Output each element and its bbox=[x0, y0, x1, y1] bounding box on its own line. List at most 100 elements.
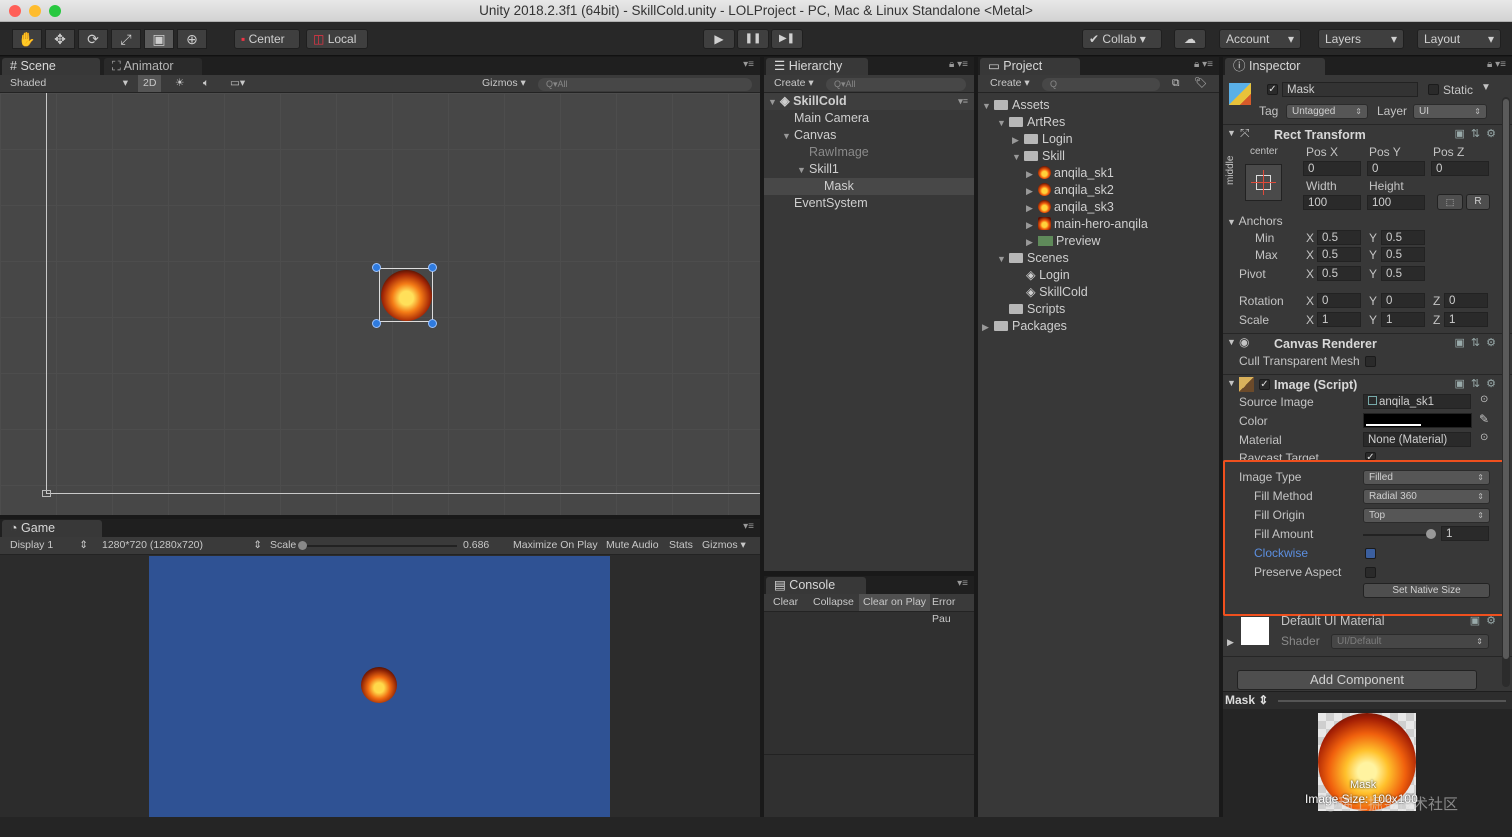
collab-button[interactable]: ✔ Collab ▾ bbox=[1082, 29, 1162, 49]
scene-asset-item[interactable]: ◈ SkillCold bbox=[978, 284, 1219, 301]
2d-toggle[interactable]: 2D bbox=[138, 75, 162, 92]
rect-handle-bl[interactable] bbox=[372, 319, 381, 328]
object-name-input[interactable]: Mask bbox=[1282, 82, 1418, 97]
close-window-button[interactable] bbox=[9, 5, 21, 17]
tab-animator[interactable]: ⛶ Animator bbox=[104, 58, 202, 75]
shader-dropdown[interactable]: UI/Default bbox=[1331, 634, 1489, 649]
static-dropdown-icon[interactable]: ▼ bbox=[1481, 82, 1491, 93]
foldout-icon[interactable]: ▼ bbox=[1227, 337, 1236, 347]
blueprint-mode-button[interactable]: ⬚ bbox=[1437, 194, 1463, 210]
layer-dropdown[interactable]: UI bbox=[1413, 104, 1487, 119]
display-dropdown[interactable]: Display 1 ⇕ bbox=[10, 537, 88, 554]
rect-handle-br[interactable] bbox=[428, 319, 437, 328]
shading-dropdown[interactable]: Shaded ▾ bbox=[10, 75, 128, 92]
stats-toggle[interactable]: Stats bbox=[669, 537, 693, 554]
hierarchy-search-input[interactable]: Q▾All bbox=[826, 78, 966, 91]
gizmos-dropdown[interactable]: Gizmos ▾ bbox=[482, 75, 526, 92]
rotate-tool-icon[interactable]: ⟳ bbox=[78, 29, 108, 49]
resolution-dropdown[interactable]: 1280*720 (1280x720) ⇕ bbox=[102, 537, 262, 554]
foldout-icon[interactable]: ▼ bbox=[1227, 128, 1236, 138]
pivot-y-input[interactable]: 0.5 bbox=[1381, 266, 1425, 281]
asset-item[interactable]: ▶ anqila_sk1 bbox=[978, 165, 1219, 182]
hierarchy-item[interactable]: EventSystem bbox=[764, 195, 974, 212]
folder-item[interactable]: ▼ Skill bbox=[978, 148, 1219, 165]
console-clear-on-play-toggle[interactable]: Clear on Play bbox=[859, 594, 931, 611]
asset-item[interactable]: ▶ anqila_sk2 bbox=[978, 182, 1219, 199]
color-swatch[interactable] bbox=[1363, 413, 1472, 428]
effects-icon[interactable]: ▭▾ bbox=[230, 75, 245, 92]
tab-project[interactable]: ▭ Project bbox=[980, 58, 1080, 75]
tab-console[interactable]: ▤ Console bbox=[766, 577, 866, 594]
raycast-target-checkbox[interactable]: ✓ bbox=[1365, 452, 1376, 463]
canvas-corner-handle[interactable] bbox=[42, 490, 51, 497]
hierarchy-item[interactable]: ▼ Canvas bbox=[764, 127, 974, 144]
width-input[interactable]: 100 bbox=[1303, 195, 1361, 210]
game-gizmos-dropdown[interactable]: Gizmos ▾ bbox=[702, 537, 746, 554]
lock-icon[interactable]: 🔒︎ ▾≡ bbox=[1194, 59, 1213, 70]
asset-item[interactable]: ▶ Preview bbox=[978, 233, 1219, 250]
audio-icon[interactable]: 🔈︎ bbox=[203, 75, 209, 92]
play-button[interactable]: ▶ bbox=[703, 29, 735, 49]
hierarchy-item[interactable]: ▼ Skill1 bbox=[764, 161, 974, 178]
folder-item[interactable]: ▼ ArtRes bbox=[978, 114, 1219, 131]
move-tool-icon[interactable]: ✥ bbox=[45, 29, 75, 49]
rect-transform-header[interactable]: ▼ ⤧ Rect Transform ▣⇅⚙ bbox=[1223, 124, 1512, 144]
hierarchy-item-selected[interactable]: Mask bbox=[764, 178, 974, 195]
tab-game[interactable]: ◔ Game bbox=[2, 520, 102, 537]
component-settings-icon[interactable]: ▣⇅⚙ bbox=[1455, 336, 1502, 349]
rotation-x-input[interactable]: 0 bbox=[1317, 293, 1361, 308]
component-settings-icon[interactable]: ▣⚙ bbox=[1470, 614, 1502, 627]
folder-item[interactable]: ▶ Packages bbox=[978, 318, 1219, 335]
tag-dropdown[interactable]: Untagged bbox=[1286, 104, 1368, 119]
maximize-on-play-toggle[interactable]: Maximize On Play bbox=[513, 537, 598, 554]
tab-inspector[interactable]: ⓘ Inspector bbox=[1225, 58, 1325, 75]
preview-drag-bar[interactable] bbox=[1278, 700, 1506, 702]
tab-scene[interactable]: # Scene bbox=[2, 58, 100, 75]
hierarchy-create-dropdown[interactable]: Create ▾ bbox=[774, 75, 814, 92]
source-image-field[interactable]: anqila_sk1 bbox=[1363, 394, 1471, 409]
lighting-icon[interactable]: ☀ bbox=[175, 75, 184, 92]
account-dropdown[interactable]: Account ▾ bbox=[1219, 29, 1301, 49]
rect-handle-tl[interactable] bbox=[372, 263, 381, 272]
rotation-y-input[interactable]: 0 bbox=[1381, 293, 1425, 308]
anchors-foldout[interactable]: ▼ Anchors bbox=[1227, 214, 1283, 228]
panel-menu-icon[interactable]: ▾≡ bbox=[743, 59, 754, 70]
cull-transparent-checkbox[interactable] bbox=[1365, 356, 1376, 367]
asset-item[interactable]: ▶ anqila_sk3 bbox=[978, 199, 1219, 216]
panel-menu-icon[interactable]: ▾≡ bbox=[957, 578, 968, 589]
anchor-presets-button[interactable] bbox=[1245, 164, 1282, 201]
scale-x-input[interactable]: 1 bbox=[1317, 312, 1361, 327]
folder-item[interactable]: ▼ Scenes bbox=[978, 250, 1219, 267]
pivot-center-button[interactable]: ▪ Center bbox=[234, 29, 300, 49]
anchor-max-x-input[interactable]: 0.5 bbox=[1317, 247, 1361, 262]
scene-viewport[interactable] bbox=[0, 93, 760, 515]
lock-icon[interactable]: 🔒︎ ▾≡ bbox=[1487, 59, 1506, 70]
object-picker-icon[interactable]: ⊙ bbox=[1480, 394, 1488, 405]
foldout-icon[interactable]: ▼ bbox=[1227, 378, 1236, 388]
folder-item[interactable]: Scripts bbox=[978, 301, 1219, 318]
static-checkbox[interactable] bbox=[1428, 84, 1439, 95]
preview-title-dropdown[interactable]: Mask ⇕ bbox=[1225, 693, 1268, 707]
project-search-input[interactable]: Q bbox=[1042, 78, 1160, 91]
component-settings-icon[interactable]: ▣⇅⚙ bbox=[1455, 127, 1502, 140]
canvas-renderer-header[interactable]: ▼ ◉ Canvas Renderer ▣⇅⚙ bbox=[1223, 333, 1512, 353]
add-component-button[interactable]: Add Component bbox=[1237, 670, 1477, 690]
zoom-window-button[interactable] bbox=[49, 5, 61, 17]
scale-tool-icon[interactable]: ⤢ bbox=[111, 29, 141, 49]
image-enabled-checkbox[interactable]: ✓ bbox=[1259, 379, 1270, 390]
anchor-min-x-input[interactable]: 0.5 bbox=[1317, 230, 1361, 245]
pause-button[interactable]: ❚❚ bbox=[737, 29, 769, 49]
layers-dropdown[interactable]: Layers ▾ bbox=[1318, 29, 1404, 49]
panel-menu-icon[interactable]: ▾≡ bbox=[743, 521, 754, 532]
pivot-local-button[interactable]: ◫ Local bbox=[306, 29, 368, 49]
filter-label-icon[interactable]: 🏷︎ bbox=[1194, 75, 1207, 92]
inspector-scrollbar-thumb[interactable] bbox=[1503, 99, 1509, 659]
rotation-z-input[interactable]: 0 bbox=[1444, 293, 1488, 308]
object-picker-icon[interactable]: ⊙ bbox=[1480, 432, 1488, 443]
step-button[interactable]: ▶❚ bbox=[771, 29, 803, 49]
lock-icon[interactable]: 🔒︎ ▾≡ bbox=[949, 59, 968, 70]
layout-dropdown[interactable]: Layout ▾ bbox=[1417, 29, 1501, 49]
mute-audio-toggle[interactable]: Mute Audio bbox=[606, 537, 659, 554]
rect-handle-tr[interactable] bbox=[428, 263, 437, 272]
pos-x-input[interactable]: 0 bbox=[1303, 161, 1361, 176]
